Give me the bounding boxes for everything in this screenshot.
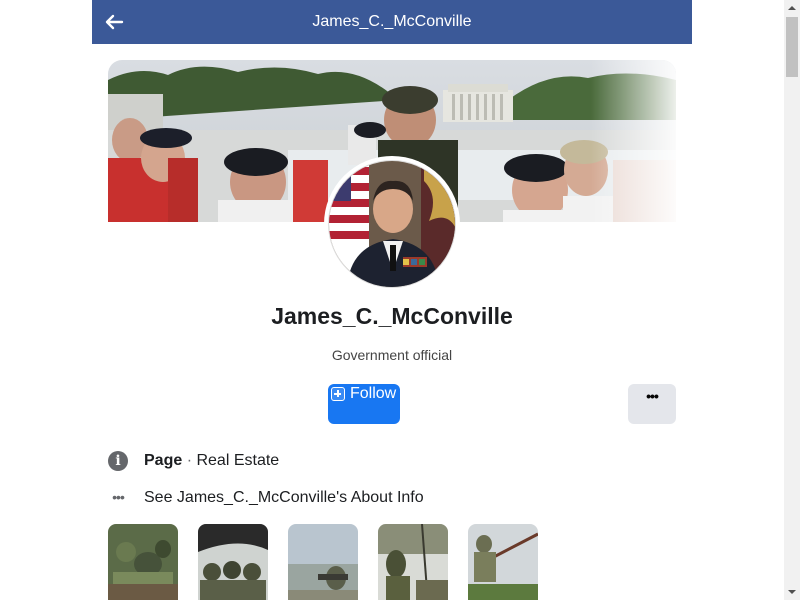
photo-thumbnail[interactable]: [288, 524, 358, 600]
photo-thumbnail[interactable]: [198, 524, 268, 600]
page-title: James_C._McConville: [312, 13, 472, 30]
follow-label: Follow: [350, 385, 397, 402]
photo-strip: [108, 524, 548, 600]
photo-thumbnail[interactable]: [378, 524, 448, 600]
vertical-scrollbar[interactable]: [784, 0, 800, 600]
add-square-icon: [331, 387, 345, 401]
photo-thumbnail[interactable]: [108, 524, 178, 600]
scroll-up-arrow-icon[interactable]: [784, 0, 800, 17]
top-bar: James_C._McConville: [92, 0, 692, 44]
photo-thumbnail[interactable]: [468, 524, 538, 600]
follow-button[interactable]: Follow: [328, 384, 400, 424]
more-dots-icon: •••: [646, 388, 659, 404]
profile-category: Government official: [331, 347, 453, 363]
profile-avatar[interactable]: [324, 156, 460, 292]
more-horizontal-icon: •••: [112, 489, 125, 505]
page-viewport: James_C._McConville James_C._McConville …: [0, 0, 784, 600]
page-type-value: Real Estate: [196, 452, 280, 469]
info-icon: i: [108, 451, 128, 471]
scroll-down-arrow-icon[interactable]: [784, 583, 800, 600]
page-label: Page: [144, 452, 183, 469]
more-options-button[interactable]: •••: [628, 384, 676, 424]
page-type-text: Page · Real Estate: [144, 451, 279, 471]
scrollbar-thumb[interactable]: [786, 17, 798, 77]
profile-name: James_C._McConville: [271, 303, 513, 329]
separator: ·: [182, 452, 197, 469]
about-info-link[interactable]: See James_C._McConville's About Info: [144, 488, 424, 508]
